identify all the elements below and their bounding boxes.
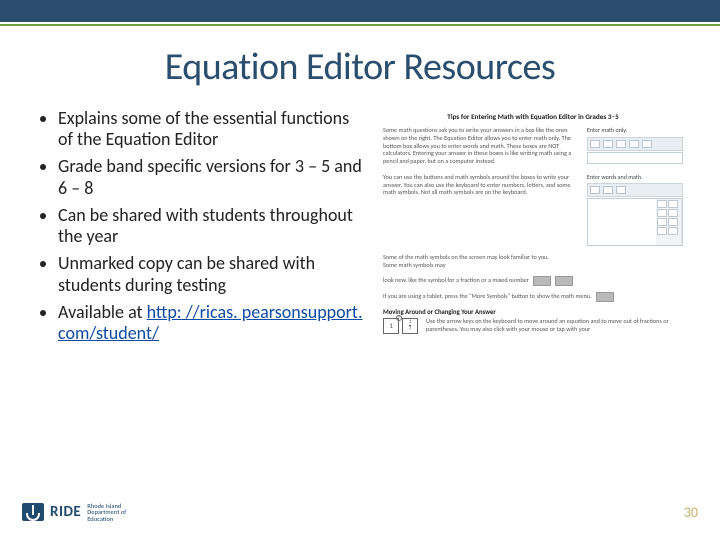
- document-preview: Tips for Entering Math with Equation Edi…: [383, 108, 683, 392]
- top-bar: [0, 0, 720, 22]
- page-number: 30: [684, 504, 698, 521]
- doc-text: If you are using a tablet, press the "Mo…: [383, 293, 592, 301]
- list-item: Grade band specific versions for 3 – 5 a…: [58, 156, 365, 198]
- doc-paragraph: Use the arrow keys on the keyboard to mo…: [426, 318, 683, 334]
- doc-title: Tips for Entering Math with Equation Edi…: [383, 112, 683, 121]
- list-item: Explains some of the essential functions…: [58, 108, 365, 150]
- doc-paragraph: Some math questions ask you to write you…: [383, 127, 579, 166]
- available-label: Available at: [58, 301, 143, 323]
- doc-text: look new, like the symbol for a fraction…: [383, 277, 529, 285]
- anchor-icon: [22, 503, 44, 521]
- bullet-column: Explains some of the essential functions…: [40, 108, 365, 392]
- doc-subtitle: Moving Around or Changing Your Answer: [383, 308, 683, 316]
- logo-word: RIDE: [50, 503, 81, 521]
- page-title: Equation Editor Resources: [0, 26, 720, 104]
- doc-toolbar: [587, 137, 683, 151]
- ride-logo: RIDE Rhode Island Department of Educatio…: [22, 503, 126, 523]
- doc-paragraph: You can use the buttons and math symbols…: [383, 174, 579, 247]
- doc-answer-box: [587, 198, 683, 246]
- doc-label: Enter math only.: [587, 127, 683, 135]
- doc-toolbar: [587, 183, 683, 197]
- fraction-button-icon: [533, 276, 551, 286]
- doc-label: Enter words and math.: [587, 174, 683, 182]
- logo-subline: Education: [87, 516, 126, 523]
- doc-answer-line: [587, 152, 683, 164]
- mixed-number-button-icon: [555, 276, 573, 286]
- doc-answer-chip: 17: [402, 318, 418, 334]
- list-item: Available at http: //ricas. pearsonsuppo…: [58, 302, 365, 344]
- list-item: Unmarked copy can be shared with student…: [58, 253, 365, 295]
- more-symbols-button-icon: [596, 292, 614, 302]
- list-item: Can be shared with students throughout t…: [58, 205, 365, 247]
- doc-symbol-palette: [656, 199, 682, 245]
- doc-answer-chip: 1×: [383, 318, 399, 334]
- doc-paragraph: Some of the math symbols on the screen m…: [383, 254, 553, 270]
